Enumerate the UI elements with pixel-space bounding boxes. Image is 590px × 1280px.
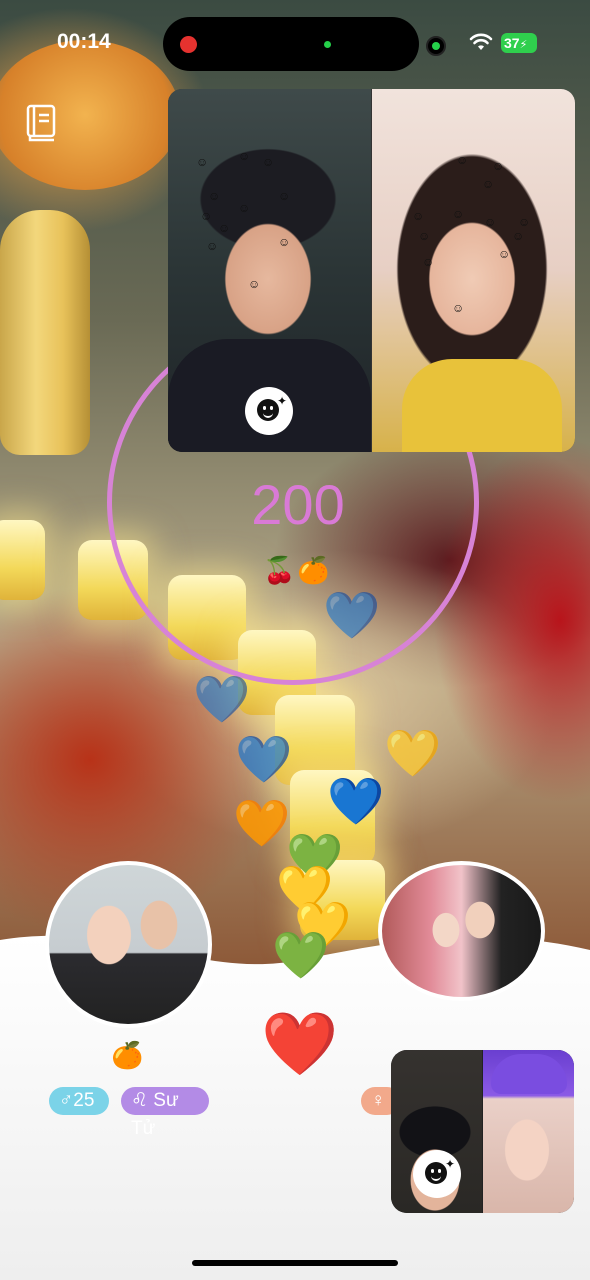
battery-icon: 37⚡ — [501, 33, 537, 53]
age-badge: ♂25 — [49, 1087, 109, 1115]
sparkle-icon: ✦ — [445, 1157, 456, 1171]
home-indicator[interactable] — [192, 1260, 398, 1266]
like-heart-button[interactable]: ❤️ — [261, 1014, 338, 1076]
face-effect-button[interactable]: ✦ — [245, 387, 293, 435]
recording-dot-icon — [180, 36, 197, 53]
smiley-sticker: ☺ — [218, 221, 231, 235]
remote-video-tile[interactable]: ☺ ☺ ☺ ☺ ☺ ☺ ☺ ☺ ☺ ☺ ☺ ✦ ☺ ☺ ☺ ☺ ☺ ☺ ☺ ☺ … — [168, 89, 575, 452]
smiley-sticker: ☺ — [452, 207, 465, 221]
local-video-right — [483, 1050, 574, 1213]
fruit-icon: 🍊 — [111, 1040, 144, 1070]
smiley-sticker: ☺ — [456, 153, 469, 167]
remote-video-right: ☺ ☺ ☺ ☺ ☺ ☺ ☺ ☺ ☺ ☺ ☺ ☺ — [372, 89, 575, 452]
face-effect-button[interactable]: ✦ — [413, 1150, 461, 1198]
smiley-sticker: ☺ — [262, 155, 275, 169]
smiley-sticker: ☺ — [422, 255, 435, 269]
smiley-sticker: ☺ — [452, 301, 465, 315]
smiley-sticker: ☺ — [208, 189, 221, 203]
smiley-sticker: ☺ — [238, 149, 251, 163]
smiley-sticker: ☺ — [512, 229, 525, 243]
wifi-icon — [469, 33, 493, 50]
charging-icon: ⚡ — [519, 39, 528, 51]
smiley-sticker: ☺ — [492, 159, 505, 173]
smiley-sticker: ☺ — [484, 215, 497, 229]
smiley-sticker: ☺ — [238, 201, 251, 215]
smiley-sticker: ☺ — [278, 189, 291, 203]
smiley-sticker: ☺ — [200, 209, 213, 223]
battery-level: 37 — [504, 35, 520, 51]
floating-heart: 💙 — [327, 775, 385, 827]
smiley-sticker: ☺ — [278, 235, 291, 249]
remote-video-left: ☺ ☺ ☺ ☺ ☺ ☺ ☺ ☺ ☺ ☺ ☺ ✦ — [168, 89, 371, 452]
avatar-left[interactable] — [45, 861, 212, 1028]
avatar-right[interactable] — [378, 861, 545, 1001]
mic-indicator-icon — [324, 41, 331, 48]
camera-indicator-icon — [426, 36, 446, 56]
smiley-face-icon — [425, 1162, 447, 1184]
dynamic-island — [163, 17, 419, 71]
local-video-tile[interactable]: ✦ — [391, 1050, 574, 1213]
floating-heart: 💙 — [235, 733, 293, 785]
candle — [0, 520, 45, 600]
smiley-sticker: ☺ — [518, 215, 531, 229]
vase — [0, 210, 90, 455]
smiley-face-icon — [257, 399, 279, 421]
smiley-sticker: ☺ — [412, 209, 425, 223]
book-icon[interactable] — [26, 104, 58, 142]
smiley-sticker: ☺ — [206, 239, 219, 253]
floating-heart: 💚 — [272, 929, 330, 981]
smiley-sticker: ☺ — [418, 229, 431, 243]
smiley-sticker: ☺ — [482, 177, 495, 191]
smiley-sticker: ☺ — [196, 155, 209, 169]
sparkle-icon: ✦ — [277, 394, 288, 408]
floating-heart: 💛 — [384, 727, 442, 779]
smiley-sticker: ☺ — [248, 277, 261, 291]
person-shirt — [402, 359, 562, 452]
floating-heart: 💙 — [323, 589, 381, 641]
smiley-sticker: ☺ — [498, 247, 511, 261]
floating-heart: 💙 — [193, 673, 251, 725]
score-value: 200 — [251, 473, 345, 536]
local-video-left: ✦ — [391, 1050, 482, 1213]
status-time: 00:14 — [57, 30, 111, 53]
fruit-reward-icon: 🍒🍊 — [263, 555, 332, 585]
floating-heart: 🧡 — [233, 797, 291, 849]
zodiac-badge: ♌ Sư Tử — [121, 1087, 209, 1139]
